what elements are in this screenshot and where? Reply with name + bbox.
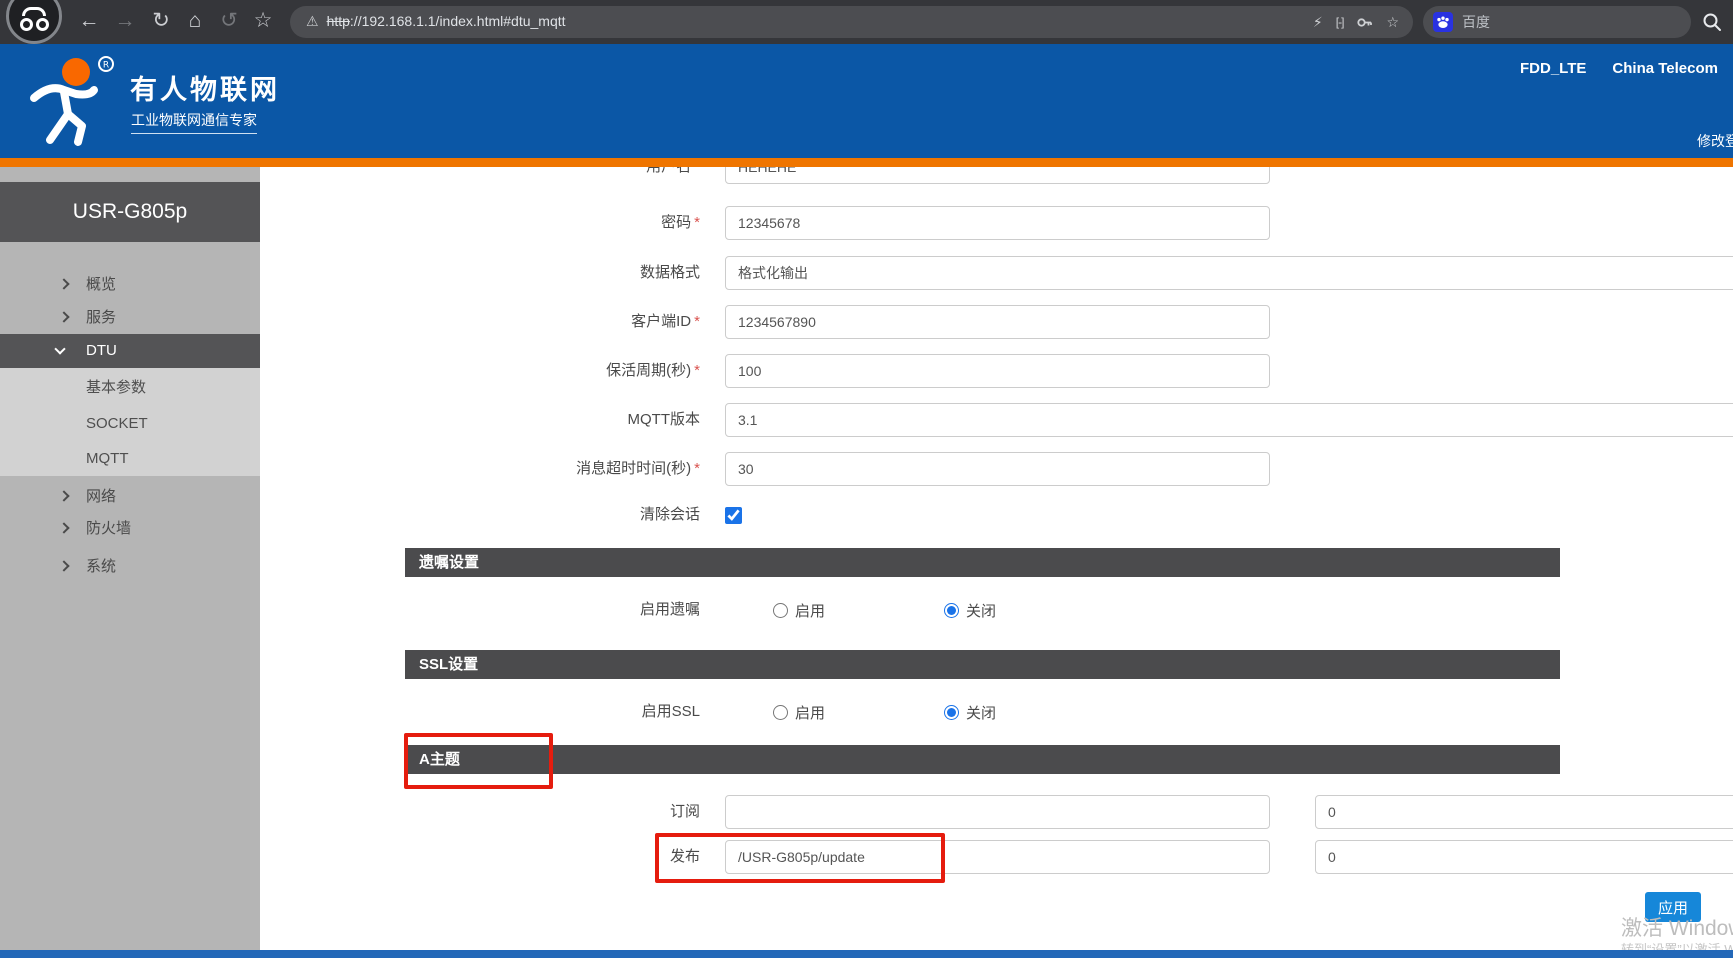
dtu-submenu: 基本参数 SOCKET MQTT bbox=[0, 368, 260, 476]
url-bar[interactable]: ⚠http://192.168.1.1/index.html#dtu_mqtt … bbox=[290, 6, 1413, 38]
data-format-label: 数据格式 bbox=[360, 256, 700, 290]
search-icon[interactable] bbox=[1701, 11, 1723, 33]
forward-icon[interactable]: → bbox=[110, 0, 140, 44]
back-icon[interactable]: ← bbox=[74, 0, 104, 44]
mqtt-version-select[interactable]: 3.1 bbox=[725, 403, 1733, 437]
section-will-title: 遗嘱设置 bbox=[405, 548, 1560, 577]
publish-qos-select-wrap: 0 bbox=[1315, 849, 1733, 866]
ssl-enable-on-option[interactable]: 启用 bbox=[773, 697, 825, 727]
data-format-select[interactable]: 格式化输出 bbox=[725, 256, 1733, 290]
network-mode-badge: FDD_LTE bbox=[1520, 60, 1586, 77]
subscribe-qos-select[interactable]: 0 bbox=[1315, 795, 1733, 829]
undo-icon[interactable]: ↺ bbox=[214, 0, 244, 44]
home-icon[interactable]: ⌂ bbox=[180, 0, 210, 44]
key-icon[interactable] bbox=[1356, 14, 1373, 31]
subscribe-qos-select-wrap: 0 bbox=[1315, 804, 1733, 821]
chevron-down-icon bbox=[54, 343, 65, 354]
keepalive-label: 保活周期(秒)* bbox=[360, 354, 700, 388]
url-text: ://192.168.1.1/index.html#dtu_mqtt bbox=[350, 13, 566, 29]
page: 用户名* 密码* 数据格式 格式化输出 客户端ID* 保活周期(秒)* MQTT… bbox=[0, 0, 1733, 958]
sidebar-item-firewall[interactable]: 防火墙 bbox=[0, 512, 260, 545]
device-title: USR-G805p bbox=[0, 182, 260, 242]
will-off-label: 关闭 bbox=[966, 600, 996, 621]
ssl-off-label: 关闭 bbox=[966, 702, 996, 723]
will-on-label: 启用 bbox=[795, 600, 825, 621]
publish-topic-input[interactable] bbox=[725, 840, 1270, 874]
sidebar-item-dtu[interactable]: DTU bbox=[0, 334, 260, 368]
publish-qos-select[interactable]: 0 bbox=[1315, 840, 1733, 874]
required-asterisk: * bbox=[694, 214, 700, 231]
required-asterisk: * bbox=[694, 313, 700, 330]
usr-iot-logo: R bbox=[20, 56, 120, 148]
sidebar-item-services[interactable]: 服务 bbox=[0, 301, 260, 334]
sidebar-item-system[interactable]: 系统 bbox=[0, 550, 260, 583]
lightning-icon[interactable]: ⚡ bbox=[1313, 7, 1323, 37]
section-topic-a-title: A主题 bbox=[405, 745, 1560, 774]
browser-toolbar: ← → ↻ ⌂ ↺ ☆ ⚠ http://192.168.1.1/index.ht… bbox=[0, 0, 1733, 44]
network-status: FDD_LTE China Telecom bbox=[1520, 60, 1718, 77]
sidebar-item-basic-params[interactable]: 基本参数 bbox=[0, 370, 260, 406]
reload-icon[interactable]: ↻ bbox=[146, 0, 176, 44]
not-secure-warning-icon[interactable]: ⚠ bbox=[306, 13, 319, 29]
baidu-logo-icon bbox=[1433, 12, 1453, 32]
chevron-right-icon bbox=[58, 278, 69, 289]
required-asterisk: * bbox=[694, 362, 700, 379]
msg-timeout-input[interactable] bbox=[725, 452, 1270, 486]
ssl-enable-off-option[interactable]: 关闭 bbox=[944, 697, 996, 727]
bottom-edge-strip bbox=[0, 950, 1733, 958]
site-header: R 有人物联网 工业物联网通信专家 FDD_LTE China Telecom … bbox=[0, 44, 1733, 158]
ssl-on-label: 启用 bbox=[795, 702, 825, 723]
bookmark-star-icon[interactable]: ☆ bbox=[248, 0, 278, 44]
will-enable-off-option[interactable]: 关闭 bbox=[944, 595, 996, 625]
mqtt-version-label: MQTT版本 bbox=[360, 403, 700, 437]
sidebar-item-network[interactable]: 网络 bbox=[0, 480, 260, 513]
password-label: 密码* bbox=[360, 206, 700, 240]
sidebar: USR-G805p 概览 服务 DTU 基本参数 SOCKET MQTT bbox=[0, 167, 260, 950]
ssl-off-radio[interactable] bbox=[944, 705, 959, 720]
screenshot-icon[interactable]: [-] bbox=[1336, 7, 1344, 37]
required-asterisk: * bbox=[694, 460, 700, 477]
will-enable-on-option[interactable]: 启用 bbox=[773, 595, 825, 625]
will-off-radio[interactable] bbox=[944, 603, 959, 618]
carrier-badge: China Telecom bbox=[1612, 60, 1718, 77]
brand-slogan: 工业物联网通信专家 bbox=[131, 110, 257, 134]
mqtt-version-select-wrap: 3.1 bbox=[725, 412, 1733, 429]
ssl-on-radio[interactable] bbox=[773, 705, 788, 720]
sidebar-item-overview[interactable]: 概览 bbox=[0, 268, 260, 301]
chevron-right-icon bbox=[58, 560, 69, 571]
sidebar-item-socket[interactable]: SOCKET bbox=[0, 406, 260, 442]
will-on-radio[interactable] bbox=[773, 603, 788, 618]
brand-name: 有人物联网 bbox=[130, 68, 280, 107]
clear-session-checkbox[interactable] bbox=[725, 507, 742, 524]
search-bar[interactable]: 百度 bbox=[1423, 6, 1691, 38]
data-format-select-wrap: 格式化输出 bbox=[725, 265, 1733, 282]
incognito-icon bbox=[6, 0, 62, 44]
client-id-label: 客户端ID* bbox=[360, 305, 700, 339]
sidebar-item-mqtt[interactable]: MQTT bbox=[0, 441, 260, 477]
svg-text:R: R bbox=[103, 61, 109, 71]
chevron-right-icon bbox=[58, 522, 69, 533]
chevron-right-icon bbox=[58, 311, 69, 322]
clear-session-label: 清除会话 bbox=[360, 500, 700, 530]
client-id-input[interactable] bbox=[725, 305, 1270, 339]
keepalive-input[interactable] bbox=[725, 354, 1270, 388]
will-enable-label: 启用遗嘱 bbox=[360, 595, 700, 625]
ssl-enable-label: 启用SSL bbox=[360, 697, 700, 727]
bookmark-this-tab-icon[interactable]: ☆ bbox=[1386, 7, 1399, 37]
msg-timeout-label: 消息超时时间(秒)* bbox=[360, 452, 700, 486]
password-input[interactable] bbox=[725, 206, 1270, 240]
change-login-link[interactable]: 修改登录 bbox=[1697, 131, 1733, 151]
url-scheme: http bbox=[327, 13, 350, 29]
windows-activation-watermark: 激活 Windows bbox=[1621, 912, 1733, 942]
subscribe-label: 订阅 bbox=[360, 795, 700, 829]
subscribe-topic-input[interactable] bbox=[725, 795, 1270, 829]
search-engine-label: 百度 bbox=[1462, 12, 1490, 32]
chevron-right-icon bbox=[58, 490, 69, 501]
section-ssl-title: SSL设置 bbox=[405, 650, 1560, 679]
accent-divider bbox=[0, 158, 1733, 167]
publish-label: 发布 bbox=[360, 840, 700, 874]
